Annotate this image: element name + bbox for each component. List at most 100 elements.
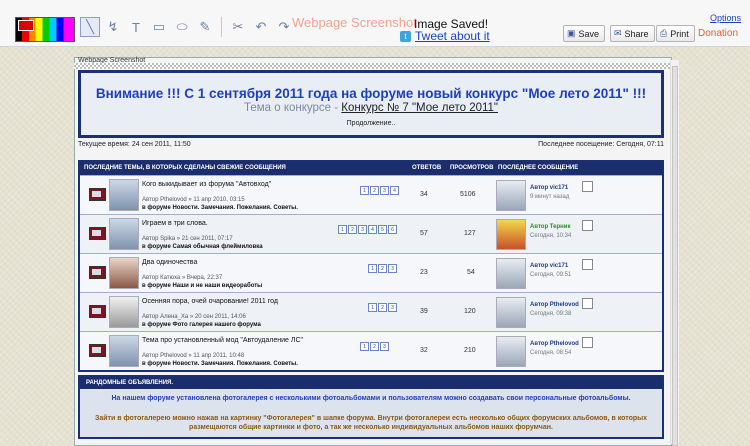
announcement-sub: Тема о конкурсе - Конкурс № 7 "Мое лето … xyxy=(81,102,661,114)
topic-title[interactable]: Кого выкидывает из форума "Автовход" xyxy=(142,181,271,188)
toolbar-divider xyxy=(221,17,222,37)
page-link[interactable]: 1 xyxy=(360,186,369,195)
page-link[interactable]: 5 xyxy=(378,225,387,234)
page-link[interactable]: 2 xyxy=(370,186,379,195)
read-more-link[interactable]: Продолжение.. xyxy=(81,120,661,127)
last-time: Сегодня, 09:51 xyxy=(530,272,572,278)
last-author[interactable]: Автор vic171 xyxy=(530,185,568,191)
ellipse-tool-icon[interactable]: ⬭ xyxy=(172,17,192,37)
table-row: Кого выкидывает из форума "Автовход" Авт… xyxy=(80,175,662,214)
scrollbar-thumb[interactable] xyxy=(672,66,678,446)
page-link[interactable]: 3 xyxy=(388,303,397,312)
line-tool-icon[interactable]: ╲ xyxy=(80,17,100,37)
views-count: 5106 xyxy=(460,191,476,198)
topic-title[interactable]: Два одиночества xyxy=(142,259,197,266)
last-post-info: Автор Pthelovod Сегодня, 08:54 xyxy=(530,340,579,358)
arrow-tool-icon[interactable]: ↯ xyxy=(103,17,123,37)
page-link[interactable]: 4 xyxy=(368,225,377,234)
redo-icon[interactable]: ↷ xyxy=(274,17,294,37)
topic-meta: Автор Алена_Ха » 20 сен 2011, 14:06 в фор… xyxy=(142,313,261,329)
last-author[interactable]: Автор vic171 xyxy=(530,263,568,269)
random-header: РАНДОМНЫЕ ОБЪЯВЛЕНИЯ. xyxy=(80,377,662,389)
crop-tool-icon[interactable]: ✂ xyxy=(228,17,248,37)
topic-forum: в форуме Новости. Замечания. Пожелания. … xyxy=(142,361,298,367)
topic-meta: Автор Pthelovod » 11 апр 2010, 03:15 в фо… xyxy=(142,196,298,212)
table-row: Два одиночества Автор Катюха » Вчера, 22… xyxy=(80,253,662,292)
last-poster-avatar xyxy=(496,336,526,367)
print-label: Print xyxy=(670,28,689,39)
print-button[interactable]: ⎙ Print xyxy=(656,25,695,42)
last-post-info: Автор vic171 Сегодня, 09:51 xyxy=(530,262,571,280)
random-announcements: РАНДОМНЫЕ ОБЪЯВЛЕНИЯ. На нашем форуме ус… xyxy=(78,375,664,439)
share-button[interactable]: ✉ Share xyxy=(610,25,655,42)
table-header: ПОСЛЕДНИЕ ТЕМЫ, В КОТОРЫХ СДЕЛАНЫ СВЕЖИЕ… xyxy=(80,162,662,175)
go-to-last-post-icon[interactable] xyxy=(582,298,593,309)
page-link[interactable]: 6 xyxy=(388,225,397,234)
options-link[interactable]: Options xyxy=(710,13,741,23)
undo-icon[interactable]: ↶ xyxy=(251,17,271,37)
page-link[interactable]: 2 xyxy=(378,264,387,273)
color-palette[interactable] xyxy=(15,17,75,42)
page-link[interactable]: 1 xyxy=(360,342,369,351)
table-row: Осенняя пора, очей очарование! 2011 год … xyxy=(80,292,662,331)
text-tool-icon[interactable]: T xyxy=(126,17,146,37)
last-post-info: Автор Pthelovod Сегодня, 09:38 xyxy=(530,301,579,319)
topic-author: Автор Pthelovod » 11 апр 2011, 10:48 xyxy=(142,353,245,359)
topic-status-icon xyxy=(89,227,106,240)
avatar xyxy=(109,218,139,250)
random-header-label: РАНДОМНЫЕ ОБЪЯВЛЕНИЯ. xyxy=(86,380,174,386)
pen-tool-icon[interactable]: ✎ xyxy=(195,17,215,37)
last-poster-avatar xyxy=(496,180,526,211)
last-time: Сегодня, 09:38 xyxy=(530,311,572,317)
topic-meta: Автор Катюха » Вчера, 22:37 в форуме Наши… xyxy=(142,274,262,290)
last-author[interactable]: Автор Pthelovod xyxy=(530,302,579,308)
last-author[interactable]: Автор Pthelovod xyxy=(530,341,579,347)
page-link[interactable]: 3 xyxy=(358,225,367,234)
page-link[interactable]: 4 xyxy=(390,186,399,195)
table-row: Тема про установленный мод "Автоудаление… xyxy=(80,331,662,370)
print-icon: ⎙ xyxy=(660,28,668,38)
rectangle-tool-icon[interactable]: ▭ xyxy=(149,17,169,37)
current-time: Текущее время: 24 сен 2011, 11:50 xyxy=(78,141,191,148)
topic-pages: 123 xyxy=(360,342,389,351)
last-author[interactable]: Автор Терник xyxy=(530,224,570,230)
save-button[interactable]: ▣ Save xyxy=(563,25,606,42)
tweet-label: Tweet about it xyxy=(415,29,490,43)
avatar xyxy=(109,257,139,289)
page-link[interactable]: 1 xyxy=(368,303,377,312)
last-time: 9 минут назад xyxy=(530,194,570,200)
save-icon: ▣ xyxy=(567,28,576,38)
go-to-last-post-icon[interactable] xyxy=(582,181,593,192)
announcement-heading: Внимание !!! С 1 сентября 2011 года на ф… xyxy=(95,86,647,101)
topic-title[interactable]: Тема про установленный мод "Автоудаление… xyxy=(142,337,303,344)
page-link[interactable]: 3 xyxy=(388,264,397,273)
tweet-link[interactable]: t Tweet about it xyxy=(400,29,490,43)
page-link[interactable]: 2 xyxy=(348,225,357,234)
page-link[interactable]: 2 xyxy=(370,342,379,351)
page-link[interactable]: 3 xyxy=(380,342,389,351)
topic-forum: в форуме Фото галерея нашего форума xyxy=(142,322,261,328)
go-to-last-post-icon[interactable] xyxy=(582,220,593,231)
page-link[interactable]: 3 xyxy=(380,186,389,195)
current-color-swatch[interactable] xyxy=(18,20,34,31)
go-to-last-post-icon[interactable] xyxy=(582,337,593,348)
go-to-last-post-icon[interactable] xyxy=(582,259,593,270)
views-count: 54 xyxy=(467,269,475,276)
last-time: Сегодня, 10:34 xyxy=(530,233,572,239)
views-count: 127 xyxy=(464,230,476,237)
page-link[interactable]: 1 xyxy=(338,225,347,234)
topic-pages: 1234 xyxy=(360,186,399,195)
replies-count: 23 xyxy=(420,269,428,276)
time-bar: Текущее время: 24 сен 2011, 11:50 Послед… xyxy=(78,141,664,148)
donation-link[interactable]: Donation xyxy=(698,28,738,39)
topic-title[interactable]: Осенняя пора, очей очарование! 2011 год xyxy=(142,298,278,305)
topic-pages: 123456 xyxy=(338,225,397,234)
topic-title[interactable]: Играем в три слова. xyxy=(142,220,208,227)
avatar xyxy=(109,179,139,211)
vertical-scrollbar[interactable] xyxy=(670,60,679,446)
contest-link[interactable]: Конкурс № 7 "Мое лето 2011" xyxy=(341,102,498,114)
random-text-2: Зайти в фотогалерею можно нажав на карти… xyxy=(94,415,648,431)
app-watermark: Webpage Screenshot xyxy=(292,15,417,30)
page-link[interactable]: 2 xyxy=(378,303,387,312)
page-link[interactable]: 1 xyxy=(368,264,377,273)
